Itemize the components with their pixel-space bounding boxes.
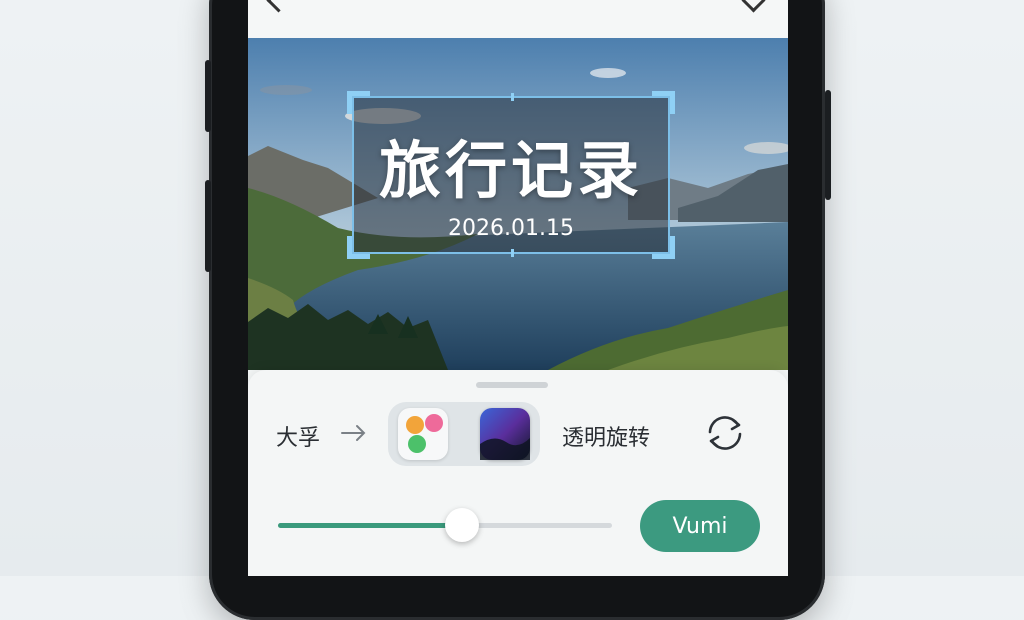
dot-green	[408, 435, 426, 453]
editor-panel: 大孚 透明旋转 Vumi	[248, 370, 788, 576]
resize-handle-top-right[interactable]	[652, 91, 675, 114]
resize-handle-top-left[interactable]	[347, 91, 370, 114]
dot-pink	[425, 414, 443, 432]
rotate-icon[interactable]	[702, 410, 748, 456]
toolbar-left-label[interactable]: 大孚	[276, 420, 320, 452]
slider-fill	[278, 523, 462, 528]
phone-side-button	[205, 60, 211, 132]
chevron-icon[interactable]	[741, 0, 766, 13]
toolbar-right-label[interactable]: 透明旋转	[562, 420, 650, 452]
phone-screen: 旅行记录 2026.01.15 大孚 透明旋转 Vumi	[248, 0, 788, 576]
overlay-title[interactable]: 旅行记录	[354, 120, 668, 210]
app-icon-wallpaper[interactable]	[480, 408, 530, 460]
resize-handle-top[interactable]	[511, 93, 514, 101]
app-icon-colors[interactable]	[398, 408, 448, 460]
drag-handle[interactable]	[476, 382, 548, 388]
overlay-date[interactable]: 2026.01.15	[354, 216, 668, 241]
back-icon[interactable]	[266, 0, 291, 13]
top-bar	[248, 0, 788, 38]
phone-side-button	[825, 90, 831, 200]
app-toggle-group[interactable]	[388, 402, 540, 466]
phone-side-button	[205, 180, 211, 272]
resize-handle-bottom[interactable]	[511, 249, 514, 257]
slider-thumb[interactable]	[444, 508, 479, 542]
apply-button[interactable]: Vumi	[640, 500, 760, 552]
opacity-slider[interactable]	[278, 508, 612, 542]
arrow-right-icon	[340, 422, 368, 444]
dot-orange	[406, 416, 424, 434]
text-overlay-selection[interactable]: 旅行记录 2026.01.15	[347, 91, 675, 259]
